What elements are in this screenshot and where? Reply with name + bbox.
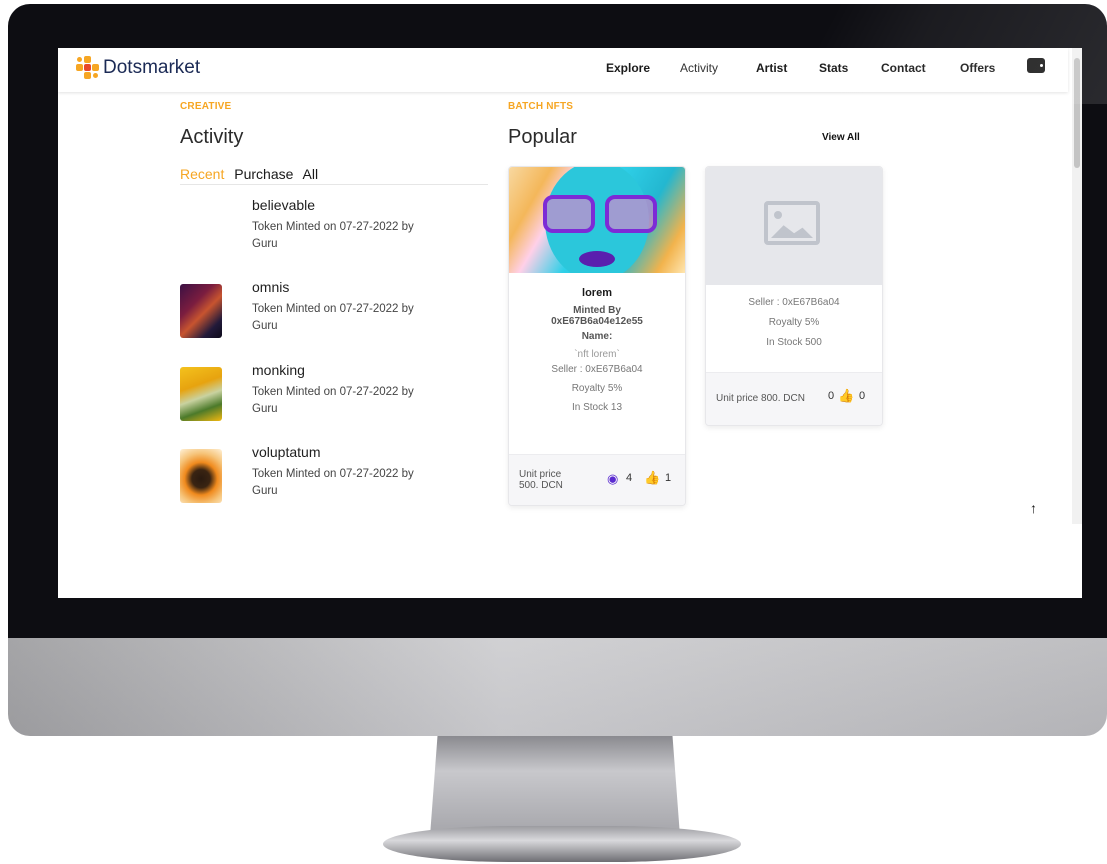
card-royalty: Royalty 5% xyxy=(768,317,820,328)
nav-explore[interactable]: Explore xyxy=(606,61,650,75)
nav-offers[interactable]: Offers xyxy=(960,61,995,75)
card-seller: Seller : 0xE67B6a04 xyxy=(551,364,643,375)
activity-item-title: voluptatum xyxy=(252,444,321,460)
thumbs-up-icon[interactable]: 👍 xyxy=(838,388,854,404)
card-stock: In Stock 13 xyxy=(571,402,623,413)
nav-artist[interactable]: Artist xyxy=(756,61,787,75)
activity-heading: Activity xyxy=(180,126,244,148)
card-name: `nft lorem` xyxy=(574,349,620,360)
card-price: Unit price 800. DCN xyxy=(716,393,805,404)
card-title: lorem xyxy=(582,287,612,299)
activity-item-title: omnis xyxy=(252,279,290,295)
card-minted-label: Minted By xyxy=(573,305,621,316)
tab-all[interactable]: All xyxy=(303,166,319,182)
thumbs-up-icon[interactable]: 👍 xyxy=(644,470,660,486)
nft-image xyxy=(509,167,685,273)
activity-eyebrow: CREATIVE xyxy=(180,101,232,112)
brand-name: Dotsmarket xyxy=(103,57,201,78)
card-name-label: Name: xyxy=(581,331,613,342)
monitor-bezel: Dotsmarket Explore Activity Artist Stats… xyxy=(8,4,1107,644)
activity-item[interactable]: believable Token Minted on 07-27-2022 by… xyxy=(180,197,490,269)
card-stock: In Stock 500 xyxy=(766,337,822,348)
activity-item-title: monking xyxy=(252,362,305,378)
card-price: Unit price 500. DCN xyxy=(519,469,563,491)
eye-icon[interactable]: ◉ xyxy=(607,471,618,487)
monitor-stand-neck xyxy=(430,736,680,836)
image-placeholder xyxy=(706,167,882,285)
activity-tabs: Recent Purchase All xyxy=(180,166,488,185)
view-all-link[interactable]: View All xyxy=(822,132,860,143)
activity-item-title: believable xyxy=(252,197,316,213)
popular-heading: Popular xyxy=(508,126,577,148)
activity-item[interactable]: omnis Token Minted on 07-27-2022 by Guru xyxy=(180,279,490,351)
likes-count: 1 xyxy=(665,472,672,484)
top-navbar: Dotsmarket Explore Activity Artist Stats… xyxy=(58,48,1068,92)
activity-item-desc: Token Minted on 07-27-2022 by Guru xyxy=(252,386,414,415)
views-count: 4 xyxy=(626,472,633,484)
activity-item-desc: Token Minted on 07-27-2022 by Guru xyxy=(252,303,414,332)
card-seller: Seller : 0xE67B6a04 xyxy=(748,297,840,308)
card-footer: Unit price 800. DCN 0 👍 0 xyxy=(706,372,882,425)
nft-card[interactable]: lorem Minted By 0xE67B6a04e12e55 Name: `… xyxy=(508,166,686,506)
activity-thumbnail xyxy=(180,449,222,503)
tab-purchase[interactable]: Purchase xyxy=(234,166,293,182)
activity-item[interactable]: monking Token Minted on 07-27-2022 by Gur… xyxy=(180,362,490,434)
views-count: 0 xyxy=(828,390,835,402)
activity-item[interactable]: voluptatum Token Minted on 07-27-2022 by… xyxy=(180,444,490,516)
nav-stats[interactable]: Stats xyxy=(819,61,848,75)
card-footer: Unit price 500. DCN ◉ 4 👍 1 xyxy=(509,454,685,505)
card-royalty: Royalty 5% xyxy=(571,383,623,394)
tab-recent[interactable]: Recent xyxy=(180,166,224,182)
page-scrollbar[interactable] xyxy=(1072,48,1082,524)
monitor-stand-foot xyxy=(383,826,741,862)
dots-logo-icon xyxy=(76,56,100,80)
activity-item-desc: Token Minted on 07-27-2022 by Guru xyxy=(252,221,414,250)
scrollbar-thumb[interactable] xyxy=(1074,58,1080,168)
wallet-icon[interactable] xyxy=(1027,58,1045,73)
scroll-to-top-button[interactable]: ↑ xyxy=(1030,500,1037,516)
brand-logo[interactable]: Dotsmarket xyxy=(76,56,200,80)
activity-thumbnail xyxy=(180,367,222,421)
popular-eyebrow: BATCH NFTS xyxy=(508,101,574,112)
nft-card[interactable]: Seller : 0xE67B6a04 Royalty 5% In Stock … xyxy=(705,166,883,426)
browser-screen: Dotsmarket Explore Activity Artist Stats… xyxy=(58,48,1082,598)
activity-item-desc: Token Minted on 07-27-2022 by Guru xyxy=(252,468,414,497)
card-minted-by: 0xE67B6a04e12e55 xyxy=(551,316,643,327)
likes-count: 0 xyxy=(859,390,866,402)
nav-activity[interactable]: Activity xyxy=(680,61,718,75)
nav-contact[interactable]: Contact xyxy=(881,61,926,75)
activity-thumbnail xyxy=(180,284,222,338)
image-placeholder-icon xyxy=(764,201,820,245)
monitor-chin xyxy=(8,638,1107,736)
